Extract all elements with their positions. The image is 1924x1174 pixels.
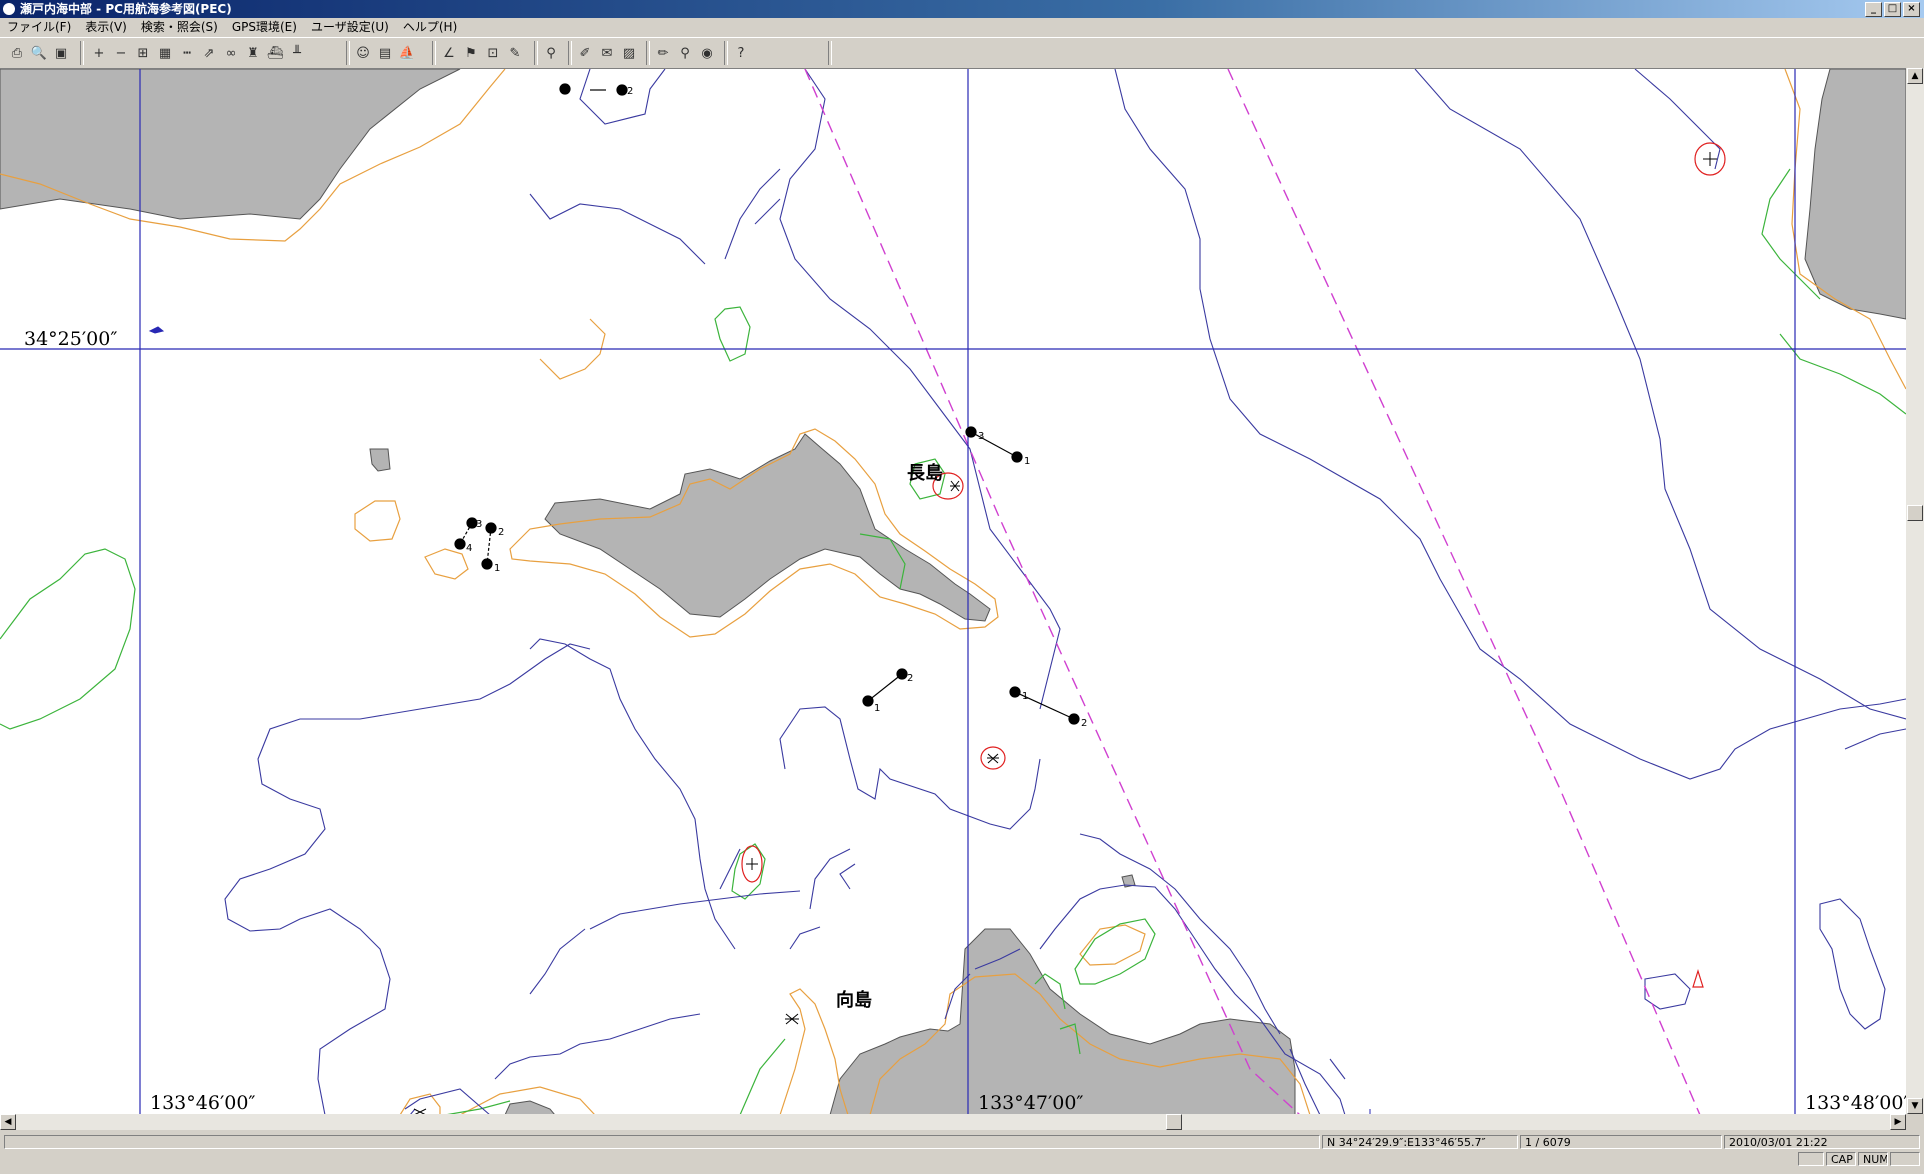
mark-number: 3 bbox=[476, 519, 482, 530]
mark-number: 1 bbox=[1024, 456, 1030, 467]
pen-icon[interactable]: ✎ bbox=[504, 42, 526, 64]
mark-number: 2 bbox=[1081, 718, 1087, 729]
land-northwest bbox=[0, 69, 461, 220]
land-northeast bbox=[1804, 69, 1906, 320]
status-cap: CAP bbox=[1826, 1152, 1856, 1166]
close-button[interactable]: × bbox=[1903, 2, 1920, 17]
preview-icon[interactable]: 🔍 bbox=[28, 42, 50, 64]
status-scrl bbox=[1890, 1152, 1920, 1166]
menu-gps[interactable]: GPS環境(E) bbox=[225, 18, 304, 37]
status-scale: 1 / 6079 bbox=[1520, 1135, 1722, 1149]
scroll-left-icon[interactable]: ◀ bbox=[0, 1114, 16, 1130]
target-icon[interactable]: ◉ bbox=[696, 42, 718, 64]
minimize-button[interactable]: _ bbox=[1865, 2, 1882, 17]
pencil-icon[interactable]: ✏ bbox=[652, 42, 674, 64]
scroll-down-icon[interactable]: ▼ bbox=[1907, 1098, 1923, 1114]
horizontal-scrollbar[interactable]: ◀ ▶ bbox=[0, 1114, 1906, 1130]
status-blank bbox=[1798, 1152, 1824, 1166]
chart-icon[interactable]: ▤ bbox=[374, 42, 396, 64]
binoculars-icon[interactable]: ∞ bbox=[220, 42, 242, 64]
route-icon[interactable]: ⇗ bbox=[198, 42, 220, 64]
photo-icon[interactable]: ▨ bbox=[618, 42, 640, 64]
person-icon[interactable]: ☺ bbox=[352, 42, 374, 64]
islet-west bbox=[369, 448, 391, 472]
mark-number: 1 bbox=[874, 703, 880, 714]
line-icon[interactable]: ∠ bbox=[438, 42, 460, 64]
menu-file[interactable]: ファイル(F) bbox=[0, 18, 78, 37]
scroll-up-icon[interactable]: ▲ bbox=[1907, 68, 1923, 84]
menu-view[interactable]: 表示(V) bbox=[78, 18, 134, 37]
mark-number: 2 bbox=[627, 86, 633, 97]
zoom-in-icon[interactable]: + bbox=[88, 42, 110, 64]
tag-icon[interactable]: ✉ bbox=[596, 42, 618, 64]
boat-icon[interactable]: ⛵ bbox=[396, 42, 418, 64]
latitude-label: 34°25′00″ bbox=[24, 328, 117, 350]
port-icon[interactable]: ╨ bbox=[286, 42, 308, 64]
mark-number: 4 bbox=[466, 543, 472, 554]
buoy-red-icon bbox=[1692, 968, 1704, 988]
longitude-label-47: 133°47′00″ bbox=[978, 1092, 1084, 1114]
menu-search[interactable]: 検索・照会(S) bbox=[134, 18, 225, 37]
place-mukaishima: 向島 bbox=[836, 989, 872, 1011]
status-bar: N 34°24′29.9″:E133°46′55.7″ 1 / 6079 201… bbox=[0, 1132, 1924, 1172]
status-message bbox=[4, 1135, 1320, 1149]
fit-icon[interactable]: ⊞ bbox=[132, 42, 154, 64]
brush-icon[interactable]: ✐ bbox=[574, 42, 596, 64]
frame-icon[interactable]: ⊡ bbox=[482, 42, 504, 64]
toolbar: ⎙ 🔍 ▣ + − ⊞ ▦ ┅ ⇗ ∞ ♜ ⛴ ╨ ☺ ▤ ⛵ ∠ ⚑ ⊡ ✎ … bbox=[0, 37, 1924, 69]
open-icon[interactable]: ▣ bbox=[50, 42, 72, 64]
pin-icon[interactable]: ⚲ bbox=[540, 42, 562, 64]
scroll-right-icon[interactable]: ▶ bbox=[1890, 1114, 1906, 1130]
lighthouse-icon[interactable]: ♜ bbox=[242, 42, 264, 64]
ship-icon[interactable]: ⛴ bbox=[264, 42, 286, 64]
chart-canvas[interactable]: 2 1 3 3 2 4 1 2 1 1 2 34°25′00″ 133°46′0… bbox=[0, 69, 1906, 1115]
menu-bar: ファイル(F) 表示(V) 検索・照会(S) GPS環境(E) ユーザ設定(U)… bbox=[0, 18, 1924, 37]
menu-help[interactable]: ヘルプ(H) bbox=[396, 18, 464, 37]
vertical-scrollbar[interactable]: ▲ ▼ bbox=[1906, 68, 1924, 1114]
print-icon[interactable]: ⎙ bbox=[6, 42, 28, 64]
mark-number: 1 bbox=[1022, 691, 1028, 702]
menu-user-settings[interactable]: ユーザ設定(U) bbox=[304, 18, 396, 37]
zoom-out-icon[interactable]: − bbox=[110, 42, 132, 64]
title-bar: 瀬戸内海中部 - PC用航海参考図(PEC) _ □ × bbox=[0, 0, 1924, 18]
land-small-sw bbox=[504, 1100, 556, 1115]
status-coords: N 34°24′29.9″:E133°46′55.7″ bbox=[1322, 1135, 1518, 1149]
ruler-icon[interactable]: ┅ bbox=[176, 42, 198, 64]
status-num: NUM bbox=[1858, 1152, 1888, 1166]
app-icon bbox=[3, 3, 15, 15]
longitude-label-46: 133°46′00″ bbox=[150, 1092, 256, 1114]
find-icon[interactable]: ⚲ bbox=[674, 42, 696, 64]
help-icon[interactable]: ? bbox=[730, 42, 752, 64]
chart-map[interactable]: 2 1 3 3 2 4 1 2 1 1 2 34°25′00″ 133°46′0… bbox=[0, 68, 1906, 1115]
mark-number: 3 bbox=[978, 431, 984, 442]
mark-number: 1 bbox=[494, 563, 500, 574]
maximize-button[interactable]: □ bbox=[1884, 2, 1901, 17]
mark-number: 2 bbox=[498, 527, 504, 538]
land-mukaishima bbox=[829, 928, 1296, 1115]
mark-number: 2 bbox=[907, 673, 913, 684]
place-nagashima: 長島 bbox=[907, 462, 943, 484]
window-title: 瀬戸内海中部 - PC用航海参考図(PEC) bbox=[20, 2, 232, 16]
vertical-scroll-thumb[interactable] bbox=[1907, 505, 1923, 521]
marker-icon[interactable]: ⚑ bbox=[460, 42, 482, 64]
status-datetime: 2010/03/01 21:22 bbox=[1724, 1135, 1920, 1149]
longitude-label-48: 133°48′00″ bbox=[1805, 1092, 1906, 1114]
horizontal-scroll-thumb[interactable] bbox=[1166, 1114, 1182, 1130]
grid-icon[interactable]: ▦ bbox=[154, 42, 176, 64]
scroll-corner bbox=[1906, 1114, 1924, 1130]
